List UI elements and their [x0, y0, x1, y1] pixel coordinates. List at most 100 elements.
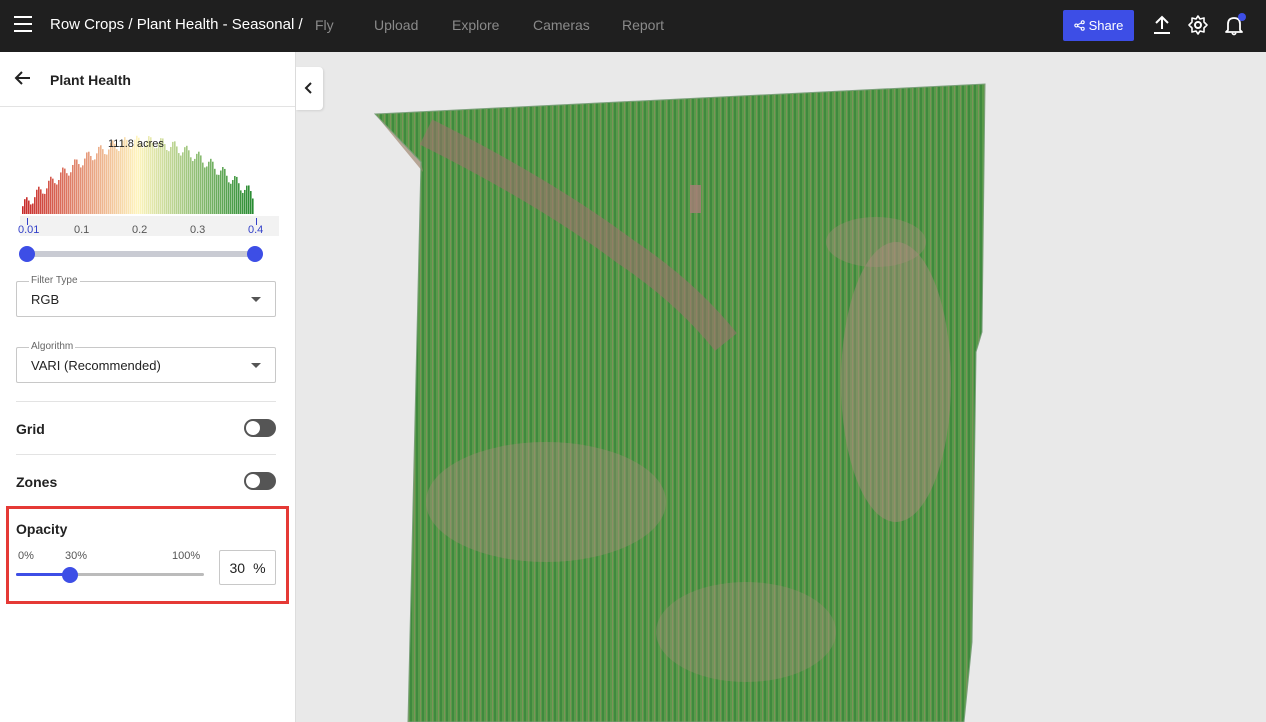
range-slider-track[interactable]	[27, 251, 255, 257]
histogram-bar	[210, 158, 212, 214]
histogram-bar	[250, 191, 252, 214]
histogram-bar	[206, 166, 208, 214]
histogram-bar	[220, 170, 222, 214]
share-icon	[1073, 20, 1085, 31]
histogram-bar	[116, 149, 118, 214]
share-label: Share	[1088, 18, 1124, 33]
histogram-bar	[78, 164, 80, 214]
histogram-bar	[58, 179, 60, 214]
histogram-bar	[68, 175, 70, 214]
histogram-bar	[214, 168, 216, 214]
breadcrumb[interactable]: Row Crops / Plant Health - Seasonal /	[50, 16, 303, 33]
histogram-bar	[176, 146, 178, 214]
tick-label: 0.01	[18, 224, 40, 236]
arrow-left-icon[interactable]	[14, 69, 32, 87]
algorithm-value: VARI (Recommended)	[31, 358, 161, 373]
range-min-handle[interactable]	[19, 246, 35, 262]
histogram-bar	[170, 146, 172, 214]
histogram-bar	[72, 164, 74, 214]
nav-fly[interactable]: Fly	[315, 17, 334, 33]
histogram-bar	[242, 192, 244, 214]
histogram-bar	[24, 199, 26, 214]
histogram-bar	[104, 154, 106, 214]
grid-label: Grid	[16, 421, 45, 437]
histogram-bar	[166, 149, 168, 214]
histogram-bar	[126, 139, 128, 214]
menu-icon[interactable]	[14, 16, 32, 32]
histogram-bar	[118, 150, 120, 214]
histogram-bar	[240, 190, 242, 214]
histogram-bar	[228, 182, 230, 214]
histogram-bar	[102, 149, 104, 214]
histogram-bar	[74, 159, 76, 214]
histogram-bar	[92, 160, 94, 214]
algorithm-label: Algorithm	[29, 341, 76, 352]
divider	[16, 401, 276, 402]
opacity-min-label: 0%	[18, 550, 34, 562]
histogram-bar	[34, 197, 36, 214]
histogram-bar	[60, 172, 62, 214]
opacity-label: Opacity	[16, 521, 68, 537]
histogram-bar	[80, 167, 82, 214]
upload-icon[interactable]	[1151, 14, 1173, 36]
histogram-bar	[248, 185, 250, 214]
top-bar: Row Crops / Plant Health - Seasonal / Fl…	[0, 0, 1266, 52]
histogram-bar	[132, 145, 134, 214]
histogram-bar	[224, 168, 226, 214]
zones-toggle[interactable]	[244, 472, 276, 490]
range-max-handle[interactable]	[247, 246, 263, 262]
page-title: Plant Health	[50, 72, 131, 88]
histogram-bar	[252, 198, 254, 214]
histogram-bar	[48, 180, 50, 214]
histogram-bar	[194, 158, 196, 214]
histogram-bar	[108, 149, 110, 214]
histogram-bar	[52, 178, 54, 214]
nav-cameras[interactable]: Cameras	[533, 17, 590, 33]
histogram-bar	[46, 188, 48, 214]
histogram-bar	[40, 189, 42, 214]
histogram-bar	[84, 158, 86, 214]
histogram-bar	[56, 184, 58, 214]
nav-report[interactable]: Report	[622, 17, 664, 33]
histogram-bar	[38, 186, 40, 214]
nav-upload[interactable]: Upload	[374, 17, 418, 33]
histogram-bar	[112, 140, 114, 214]
histogram-bar	[144, 146, 146, 214]
filter-type-select[interactable]: Filter Type RGB	[16, 275, 276, 317]
histogram-bar	[246, 185, 248, 214]
field-map[interactable]	[296, 52, 1266, 722]
histogram-bar	[146, 140, 148, 214]
histogram-bar	[30, 204, 32, 214]
collapse-sidebar-button[interactable]	[296, 67, 323, 110]
filter-type-label: Filter Type	[29, 275, 80, 286]
sidebar: Plant Health 111.8 acres 0.01 0.1 0.2 0.…	[0, 52, 296, 722]
histogram-bar	[114, 143, 116, 214]
histogram-bar	[204, 167, 206, 214]
histogram-bar	[212, 161, 214, 214]
histogram-bar	[236, 176, 238, 214]
histogram-bar	[96, 153, 98, 214]
opacity-input[interactable]: 30 %	[219, 550, 276, 585]
nav-explore[interactable]: Explore	[452, 17, 499, 33]
histogram-bar	[156, 148, 158, 214]
histogram-bar	[110, 142, 112, 214]
algorithm-select[interactable]: Algorithm VARI (Recommended)	[16, 341, 276, 383]
histogram-bar	[234, 176, 236, 214]
opacity-slider-handle[interactable]	[62, 567, 78, 583]
histogram-area-label: 111.8 acres	[108, 138, 164, 150]
histogram-bar	[54, 183, 56, 214]
histogram-axis	[20, 216, 279, 236]
tick-label: 0.2	[132, 224, 148, 236]
filter-type-value: RGB	[31, 292, 60, 307]
histogram-bar	[168, 151, 170, 214]
histogram-bar	[100, 145, 102, 214]
tick-label: 0.4	[248, 224, 264, 236]
gear-icon[interactable]	[1187, 14, 1209, 36]
histogram-bar	[222, 167, 224, 214]
share-button[interactable]: Share	[1063, 10, 1134, 41]
histogram-bar	[122, 140, 124, 214]
histogram-bar	[186, 145, 188, 214]
histogram-bar	[152, 143, 154, 214]
grid-toggle[interactable]	[244, 419, 276, 437]
histogram-bar	[216, 174, 218, 214]
